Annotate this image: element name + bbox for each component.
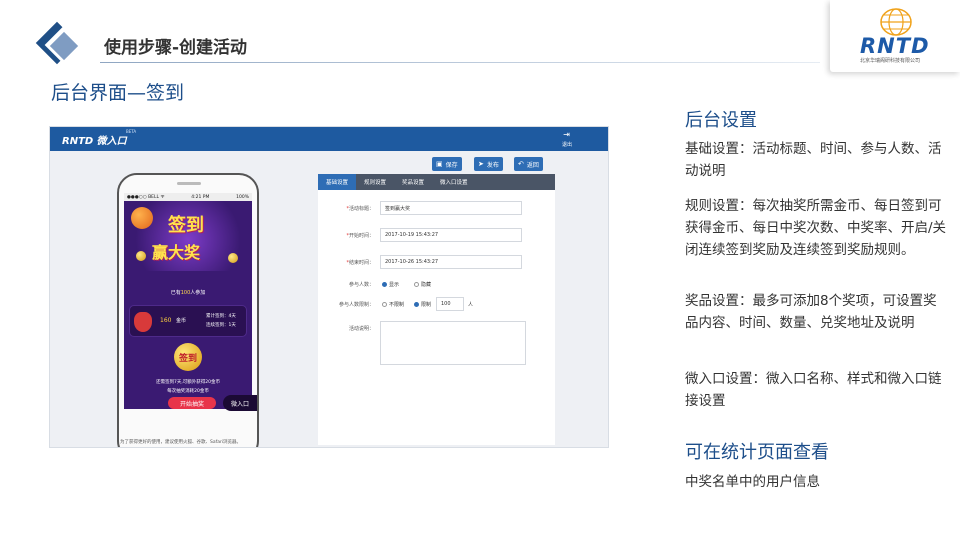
admin-topbar: RNTD 微入口 BETA ⇥ 退出 bbox=[50, 127, 608, 151]
settings-form: 基础设置 规则设置 奖品设置 微入口设置 *活动标题： 签到赢大奖 *开始时间：… bbox=[318, 174, 555, 445]
admin-brand: RNTD 微入口 bbox=[62, 136, 127, 147]
promo-banner: 签到 赢大奖 bbox=[124, 201, 252, 271]
micro-entry-tag[interactable]: 微入口 bbox=[223, 395, 257, 411]
winner-info-text: 中奖名单中的用户信息 bbox=[685, 474, 820, 490]
phone-screen: ●●●○○ BELL ᯤ 4:21 PM 100% 签到 赢大奖 已有100人参… bbox=[124, 193, 252, 409]
browser-note: 为了获得更好的使用，建议使用火狐、谷歌、Safari浏览器。 bbox=[120, 440, 242, 445]
basic-settings-text: 基础设置：活动标题、时间、参与人数、活动说明 bbox=[685, 141, 942, 179]
user-stats-card: 160 金币 累计签到：4天 连续签到：1天 bbox=[129, 305, 247, 337]
title-label: *活动标题： bbox=[346, 206, 374, 212]
participants-show-radio[interactable]: 显示 bbox=[382, 281, 399, 288]
consecutive-signin: 连续签到：1天 bbox=[206, 323, 236, 328]
diamond-logo-icon bbox=[35, 21, 82, 65]
coin-count: 160 bbox=[160, 317, 172, 324]
banner-line2: 赢大奖 bbox=[152, 243, 201, 262]
participants-label: 参与人数： bbox=[348, 282, 374, 288]
backend-settings-heading: 后台设置 bbox=[685, 110, 757, 131]
exit-label[interactable]: 退出 bbox=[562, 141, 572, 148]
back-button[interactable]: ↶ 返回 bbox=[514, 157, 543, 171]
publish-button[interactable]: ➤ 发布 bbox=[474, 157, 503, 171]
micro-entry-settings-text: 微入口设置：微入口名称、样式和微入口链接设置 bbox=[685, 371, 942, 409]
admin-brand-badge: BETA bbox=[126, 129, 137, 134]
basketball-icon bbox=[131, 207, 153, 229]
description-label: 活动说明： bbox=[348, 326, 374, 332]
send-icon: ➤ bbox=[478, 160, 484, 168]
save-icon: ▣ bbox=[436, 160, 443, 168]
tab-basic[interactable]: 基础设置 bbox=[318, 174, 357, 190]
coin-icon bbox=[136, 251, 146, 261]
coin-unit: 金币 bbox=[176, 318, 187, 324]
start-time-label: *开始时间： bbox=[346, 233, 374, 239]
tab-micro-entry[interactable]: 微入口设置 bbox=[432, 174, 476, 190]
description-textarea[interactable] bbox=[380, 321, 526, 365]
exit-icon[interactable]: ⇥ bbox=[563, 130, 570, 139]
logo-text: RNTD bbox=[860, 34, 930, 58]
tab-prizes[interactable]: 奖品设置 bbox=[394, 174, 432, 190]
rule-settings-text: 规则设置：每次抽奖所需金币、每日签到可获得金币、每日中奖次数、中奖率、开启/关闭… bbox=[685, 198, 947, 258]
settings-tabs: 基础设置 规则设置 奖品设置 微入口设置 bbox=[318, 174, 555, 190]
phone-status-bar: ●●●○○ BELL ᯤ 4:21 PM 100% bbox=[124, 193, 252, 201]
phone-speaker bbox=[177, 182, 201, 185]
cost-info: 每次抽奖消耗20金币 bbox=[167, 389, 209, 394]
sign-in-button[interactable]: 签到 bbox=[174, 343, 202, 371]
bonus-info: 还需签到7天,可额外获得20金币 bbox=[155, 380, 221, 385]
limit-unit: 人 bbox=[468, 302, 474, 308]
limit-none-radio[interactable]: 不限制 bbox=[382, 301, 404, 308]
cumulative-signin: 累计签到：4天 bbox=[206, 314, 236, 319]
rabbit-avatar-icon bbox=[134, 312, 152, 332]
limit-label: 参与人数限制： bbox=[338, 302, 374, 308]
prize-settings-text: 奖品设置：最多可添加8个奖项，可设置奖品内容、时间、数量、兑奖地址及说明 bbox=[685, 293, 937, 331]
statistics-heading: 可在统计页面查看 bbox=[685, 442, 829, 463]
tab-rules[interactable]: 规则设置 bbox=[356, 174, 394, 190]
banner-line1: 签到 bbox=[168, 215, 204, 236]
participants-text: 已有100人参加 bbox=[170, 290, 206, 296]
end-time-input[interactable]: 2017-10-26 15:43:27 bbox=[380, 255, 522, 269]
start-time-input[interactable]: 2017-10-19 15:43:27 bbox=[380, 228, 522, 242]
start-lottery-button[interactable]: 开始抽奖 bbox=[168, 397, 216, 409]
company-logo: RNTD 北京华瑞阁研科技有限公司 bbox=[830, 0, 960, 72]
admin-screenshot: RNTD 微入口 BETA ⇥ 退出 ▣ 保存 ➤ 发布 ↶ 返回 ●●●○○ … bbox=[49, 126, 609, 448]
save-button[interactable]: ▣ 保存 bbox=[432, 157, 462, 171]
logo-subtext: 北京华瑞阁研科技有限公司 bbox=[860, 58, 921, 64]
phone-preview: ●●●○○ BELL ᯤ 4:21 PM 100% 签到 赢大奖 已有100人参… bbox=[117, 173, 259, 447]
end-time-label: *结束时间： bbox=[346, 260, 374, 266]
slide-subtitle: 后台界面—签到 bbox=[51, 82, 185, 104]
back-arrow-icon: ↶ bbox=[518, 160, 524, 168]
slide-title: 使用步骤-创建活动 bbox=[104, 38, 248, 58]
title-input[interactable]: 签到赢大奖 bbox=[380, 201, 522, 215]
limit-on-radio[interactable]: 限制 bbox=[414, 301, 431, 308]
header-divider bbox=[100, 62, 820, 63]
limit-input[interactable]: 100 bbox=[436, 297, 464, 311]
coin-icon bbox=[228, 253, 238, 263]
participants-hide-radio[interactable]: 隐藏 bbox=[414, 281, 431, 288]
